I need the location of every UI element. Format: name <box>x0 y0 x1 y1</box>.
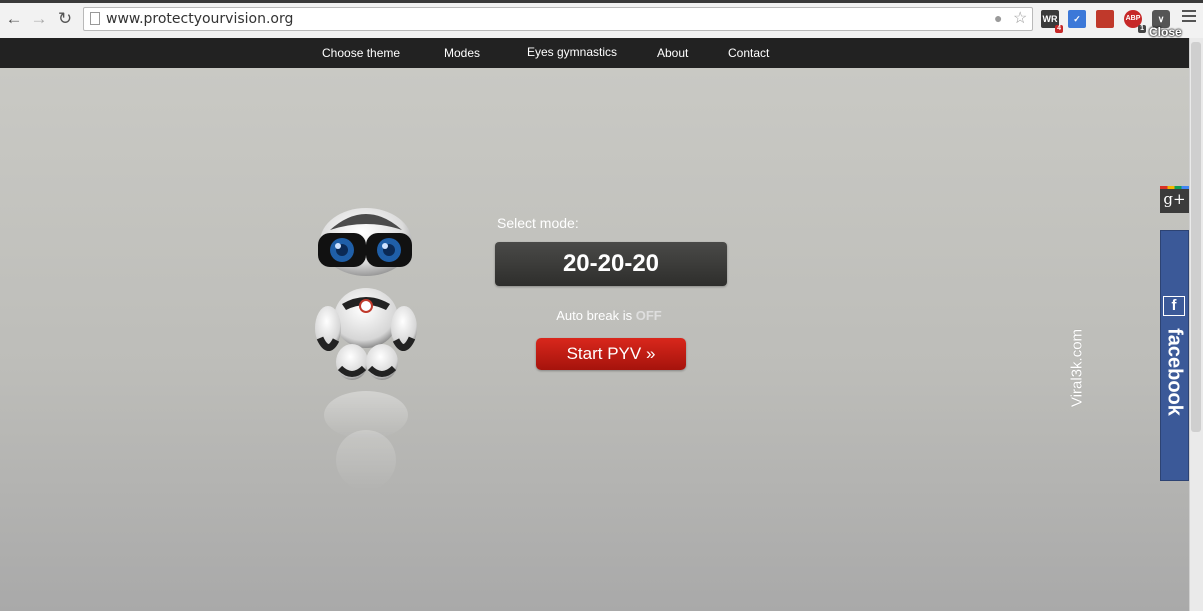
robot-mascot-image <box>315 208 417 490</box>
reload-icon[interactable]: ↻ <box>55 9 75 29</box>
facebook-label[interactable]: facebook <box>1163 328 1186 416</box>
mode-selector[interactable]: 20-20-20 <box>495 242 727 286</box>
nav-choose-theme[interactable]: Choose theme <box>322 46 400 60</box>
back-arrow-icon[interactable]: ← <box>4 9 24 29</box>
wr-badge: 4 <box>1055 25 1063 33</box>
adblock-badge: 1 <box>1138 25 1146 33</box>
chrome-menu-icon[interactable] <box>1182 10 1196 26</box>
start-pyv-button[interactable]: Start PYV » <box>536 338 686 370</box>
nav-contact[interactable]: Contact <box>728 46 769 60</box>
facebook-icon[interactable]: f <box>1163 296 1185 316</box>
auto-break-text: Auto break is <box>556 308 633 323</box>
forward-arrow-icon[interactable]: → <box>29 9 49 29</box>
wr-extension-icon[interactable]: WR 4 <box>1041 10 1063 33</box>
watermark-text: Viral3k.com <box>1068 328 1086 408</box>
auto-break-status: Auto break is OFF <box>0 308 1203 323</box>
scrollbar-thumb[interactable] <box>1191 42 1201 432</box>
select-mode-label: Select mode: <box>497 215 579 231</box>
site-navigation: Choose theme Modes Eyes gymnastics About… <box>0 38 1189 68</box>
close-label[interactable]: Close <box>1149 25 1182 39</box>
book-extension-icon[interactable] <box>1096 10 1114 28</box>
page-icon <box>90 12 100 25</box>
nav-about[interactable]: About <box>657 46 688 60</box>
browser-toolbar: ← → ↻ www.protectyourvision.org ● ☆ WR 4 … <box>0 0 1203 39</box>
url-text[interactable]: www.protectyourvision.org <box>106 11 293 27</box>
google-plus-color-strip <box>1160 186 1189 189</box>
google-plus-button[interactable]: g+ <box>1160 186 1189 213</box>
nav-modes[interactable]: Modes <box>444 46 480 60</box>
nav-eyes-gymnastics[interactable]: Eyes gymnastics <box>527 45 617 59</box>
tab-strip-edge <box>0 0 1203 3</box>
auto-break-toggle[interactable]: OFF <box>636 308 662 323</box>
bookmark-star-icon[interactable]: ☆ <box>1013 8 1027 28</box>
adblock-extension-icon[interactable]: ABP 1 <box>1124 10 1146 33</box>
lightbulb-icon[interactable]: ● <box>994 10 1002 26</box>
checkmark-extension-icon[interactable]: ✓ <box>1068 10 1086 28</box>
address-bar[interactable]: www.protectyourvision.org ● ☆ <box>83 7 1033 31</box>
